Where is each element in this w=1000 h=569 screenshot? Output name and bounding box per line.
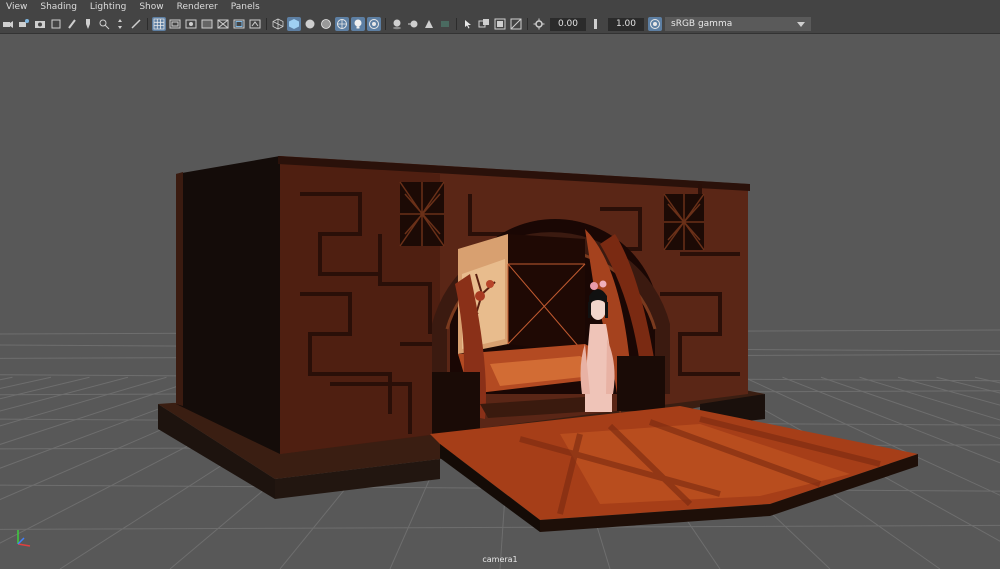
menu-panels[interactable]: Panels [225, 0, 267, 15]
menu-lighting[interactable]: Lighting [84, 0, 133, 15]
brush-icon[interactable] [129, 17, 143, 31]
wireframe-icon[interactable] [271, 17, 285, 31]
viewport-scene [0, 156, 1000, 569]
3d-viewport[interactable] [0, 34, 1000, 569]
menu-shading[interactable]: Shading [34, 0, 84, 15]
menu-view[interactable]: View [0, 0, 34, 15]
safe-action-icon[interactable] [232, 17, 246, 31]
resolution-gate-icon[interactable] [184, 17, 198, 31]
toolbar-separator [527, 18, 528, 30]
color-management-icon[interactable] [648, 17, 662, 31]
isolate-select-icon[interactable] [461, 17, 475, 31]
backface-culling-icon[interactable] [509, 17, 523, 31]
interior-blossom [486, 280, 494, 288]
bookmarks-icon[interactable] [33, 17, 47, 31]
toolbar-separator [456, 18, 457, 30]
use-all-lights-icon[interactable] [351, 17, 365, 31]
anti-aliasing-icon[interactable] [422, 17, 436, 31]
2d-pan-zoom-icon[interactable] [97, 17, 111, 31]
camera-attributes-icon[interactable] [17, 17, 31, 31]
gamma-field[interactable]: 1.00 [608, 17, 644, 31]
xray-joints-icon[interactable] [493, 17, 507, 31]
viewport-menubar: View Shading Lighting Show Renderer Pane… [0, 0, 1000, 15]
xray-icon[interactable] [477, 17, 491, 31]
gamma-icon[interactable] [590, 17, 604, 31]
film-gate-icon[interactable] [168, 17, 182, 31]
interior-blossom [475, 291, 485, 301]
image-plane-icon[interactable] [49, 17, 63, 31]
view-transform-dropdown[interactable]: sRGB gamma [665, 17, 811, 31]
toolbar-separator [385, 18, 386, 30]
move-icon[interactable] [113, 17, 127, 31]
motion-blur-icon[interactable] [406, 17, 420, 31]
shadows-icon[interactable] [367, 17, 381, 31]
inner-doorway [508, 234, 585, 354]
gate-mask-icon[interactable] [200, 17, 214, 31]
textured-icon[interactable] [335, 17, 349, 31]
menu-renderer[interactable]: Renderer [171, 0, 225, 15]
grid-icon[interactable] [152, 17, 166, 31]
exposure-field[interactable]: 0.00 [550, 17, 586, 31]
grid-line [936, 376, 1000, 394]
grid-line [0, 524, 1000, 530]
left-side-wall [176, 156, 280, 454]
camera-name-label: camera1 [482, 555, 518, 564]
left-arch-pillar [432, 372, 480, 434]
select-camera-icon[interactable] [1, 17, 15, 31]
left-lattice-window [399, 181, 445, 247]
smooth-shade-icon[interactable] [287, 17, 301, 31]
chevron-down-icon [797, 21, 805, 27]
right-arch-pillar [617, 356, 665, 411]
wireframe-on-shaded-icon[interactable] [319, 17, 333, 31]
menu-show[interactable]: Show [133, 0, 170, 15]
left-wall-edge [176, 172, 183, 406]
pin-icon[interactable] [81, 17, 95, 31]
grid-line [974, 376, 1000, 384]
depth-of-field-icon[interactable] [438, 17, 452, 31]
grease-pencil-icon[interactable] [65, 17, 79, 31]
view-transform-value: sRGB gamma [671, 19, 733, 29]
screen-space-ao-icon[interactable] [390, 17, 404, 31]
axis-gizmo [17, 530, 31, 547]
field-chart-icon[interactable] [216, 17, 230, 31]
default-material-icon[interactable] [303, 17, 317, 31]
right-lattice-window [663, 193, 705, 251]
safe-title-icon[interactable] [248, 17, 262, 31]
grid-line [897, 376, 1000, 406]
exposure-icon[interactable] [532, 17, 546, 31]
toolbar-separator [266, 18, 267, 30]
panel-toolbar: 0.00 1.00 sRGB gamma [0, 15, 1000, 34]
toolbar-separator [147, 18, 148, 30]
